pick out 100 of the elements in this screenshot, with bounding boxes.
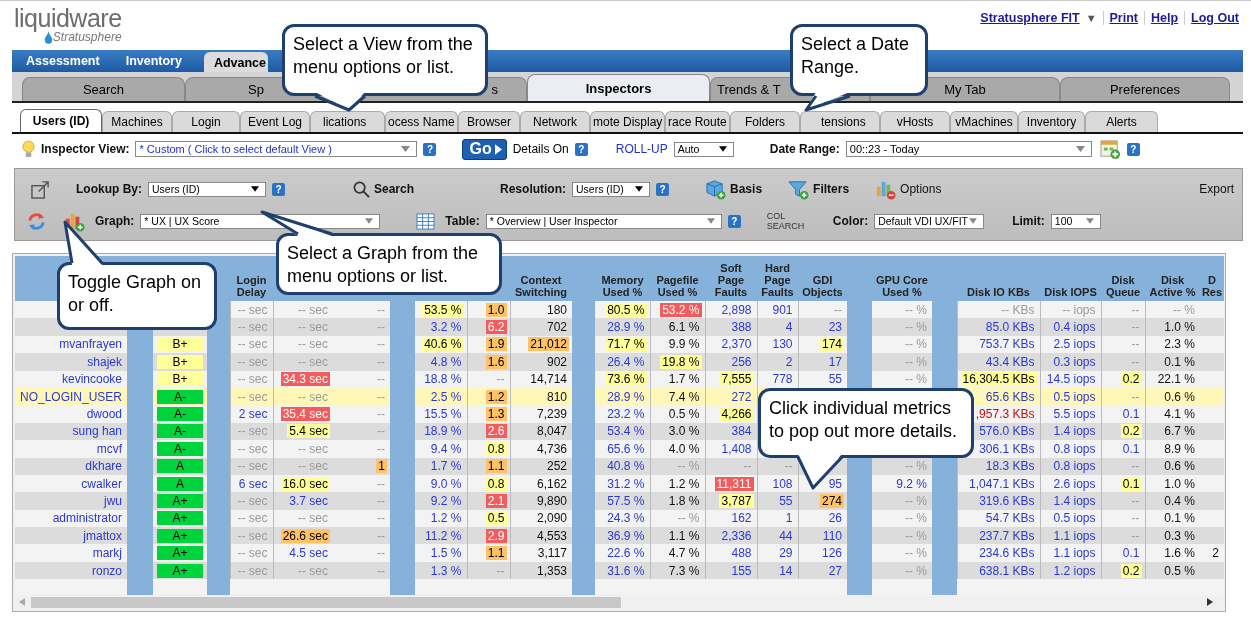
scroll-right-arrow-icon[interactable] [1207, 598, 1213, 606]
metric-value[interactable]: 778 [770, 372, 795, 387]
metric-value[interactable]: 3.7 sec [287, 494, 330, 508]
metric-value[interactable]: 4.5 sec [287, 546, 330, 561]
user-link[interactable]: kevincooke [59, 372, 124, 387]
metric-value[interactable]: 108 [770, 476, 795, 491]
grade-badge[interactable]: B+ [157, 354, 203, 369]
search-button[interactable]: Search [353, 180, 415, 198]
metric-value[interactable]: 1.1 iops [1051, 528, 1098, 543]
metric-value[interactable]: 1.4 iops [1051, 494, 1098, 508]
metric-value[interactable]: 2,370 [719, 337, 754, 352]
metric-value[interactable]: 7,555 [719, 372, 754, 387]
metric-value[interactable]: 0.5 iops [1051, 389, 1098, 404]
metric-value[interactable]: 14.5 iops [1044, 372, 1098, 387]
help-button[interactable]: ? [656, 182, 670, 196]
metric-value[interactable]: 126 [819, 546, 844, 561]
metric-value[interactable]: 2 [783, 354, 795, 369]
section-tab[interactable]: Preferences [1060, 77, 1230, 101]
metric-value[interactable]: ,957.3 KBs [973, 407, 1037, 422]
metric-value[interactable]: 11.2 % [423, 528, 464, 543]
metric-value[interactable]: 1,408 [719, 441, 754, 456]
inspector-tab[interactable]: tensions [800, 111, 880, 132]
metric-value[interactable]: 28.9 % [605, 389, 647, 404]
metric-value[interactable]: 319.6 KBs [977, 494, 1037, 508]
metric-value[interactable]: 29 [777, 546, 795, 561]
metric-value[interactable]: 0.1 [1120, 407, 1142, 422]
refresh-arrows-icon[interactable] [27, 211, 46, 231]
table-select[interactable]: * Overview | User Inspector [485, 213, 722, 229]
inspector-tab[interactable]: Folders [730, 111, 800, 132]
metric-value[interactable]: 2.6 iops [1051, 476, 1098, 491]
metric-value[interactable]: 55 [826, 372, 844, 387]
grade-badge[interactable]: A+ [157, 546, 203, 561]
inspector-tab[interactable]: Machines [102, 111, 172, 132]
metric-value[interactable]: 1.7 % [428, 459, 464, 474]
metric-value[interactable]: 2.5 iops [1051, 337, 1098, 352]
header-link[interactable]: Help [1151, 11, 1179, 25]
metric-value[interactable]: 1.1 iops [1051, 546, 1098, 561]
metric-value[interactable]: 5.5 iops [1051, 407, 1098, 422]
grade-badge[interactable]: A+ [157, 511, 203, 526]
metric-value[interactable]: 388 [729, 320, 754, 335]
inspector-tab[interactable]: ocess Name [385, 111, 458, 132]
user-link[interactable]: cwalker [79, 476, 124, 491]
metric-value[interactable]: 17 [826, 354, 844, 369]
inspector-tab[interactable]: mote Display [590, 111, 665, 132]
metric-value[interactable]: 0.1 [1120, 441, 1142, 456]
grade-badge[interactable]: A [157, 459, 203, 474]
metric-value[interactable]: 80.5 % [605, 302, 647, 317]
user-link[interactable]: dwood [84, 407, 124, 422]
metric-value[interactable]: 44 [777, 528, 795, 543]
metric-value[interactable]: 9.4 % [428, 441, 464, 456]
rollup-link[interactable]: ROLL-UP [615, 142, 668, 156]
metric-value[interactable]: 18.9 % [422, 424, 464, 439]
metric-value[interactable]: 1 [783, 511, 795, 526]
inspector-tab[interactable]: vHosts [880, 111, 950, 132]
metric-value[interactable]: 16.0 sec [280, 476, 330, 491]
metric-value[interactable]: 18.8 % [422, 372, 464, 387]
metric-value[interactable]: 14 [777, 563, 795, 578]
user-link[interactable]: jmattox [81, 528, 124, 543]
metric-value[interactable]: 162 [729, 511, 754, 526]
metric-value[interactable]: 31.2 % [605, 476, 647, 491]
metric-value[interactable]: 22.6 % [605, 546, 647, 561]
metric-value[interactable]: 73.6 % [605, 372, 647, 387]
metric-value[interactable]: 54.7 KBs [983, 511, 1037, 526]
metric-value[interactable]: 0.8 iops [1051, 441, 1098, 456]
metric-value[interactable]: 23.2 % [605, 407, 647, 422]
metric-value[interactable]: 3.2 % [428, 320, 464, 335]
metric-value[interactable]: 4,266 [719, 407, 754, 422]
metric-value[interactable]: 26.4 % [605, 354, 647, 369]
metric-value[interactable]: 384 [729, 424, 754, 439]
go-button[interactable]: Go [462, 138, 507, 160]
help-button[interactable]: ? [1126, 142, 1140, 156]
limit-select[interactable]: 100 [1050, 213, 1101, 229]
user-link[interactable]: shajek [85, 354, 124, 369]
metric-value[interactable]: 274 [819, 494, 844, 508]
header-link[interactable]: Print [1109, 11, 1138, 25]
metric-value[interactable]: 237.7 KBs [977, 528, 1037, 543]
header-link[interactable]: Log Out [1191, 11, 1239, 25]
metric-value[interactable]: 753.7 KBs [977, 337, 1037, 352]
metric-value[interactable]: 2.5 % [428, 389, 464, 404]
metric-value[interactable]: 0.1 [1120, 476, 1142, 491]
grade-badge[interactable]: A- [157, 441, 203, 456]
user-link[interactable]: jwu [102, 494, 124, 508]
scroll-left-arrow-icon[interactable] [19, 598, 25, 606]
inspector-tab[interactable]: Browser [458, 111, 520, 132]
metric-value[interactable]: 130 [770, 337, 795, 352]
grade-badge[interactable]: A+ [157, 494, 203, 508]
metric-value[interactable]: 272 [729, 389, 754, 404]
metric-value[interactable]: 57.5 % [605, 494, 647, 508]
metric-value[interactable]: 65.6 % [605, 441, 647, 456]
metric-value[interactable]: 53.4 % [605, 424, 647, 439]
table-icon[interactable] [416, 212, 436, 230]
metric-value[interactable]: 16,304.5 KBs [960, 372, 1037, 387]
metric-value[interactable]: 36.9 % [605, 528, 647, 543]
metric-value[interactable]: 2,898 [719, 302, 754, 317]
metric-value[interactable]: 23 [826, 320, 844, 335]
metric-value[interactable]: 5.4 sec [287, 424, 330, 439]
metric-value[interactable]: 2 sec [236, 407, 270, 422]
popout-icon[interactable] [31, 179, 50, 199]
help-button[interactable]: ? [574, 142, 588, 156]
user-link[interactable]: markj [90, 546, 124, 561]
